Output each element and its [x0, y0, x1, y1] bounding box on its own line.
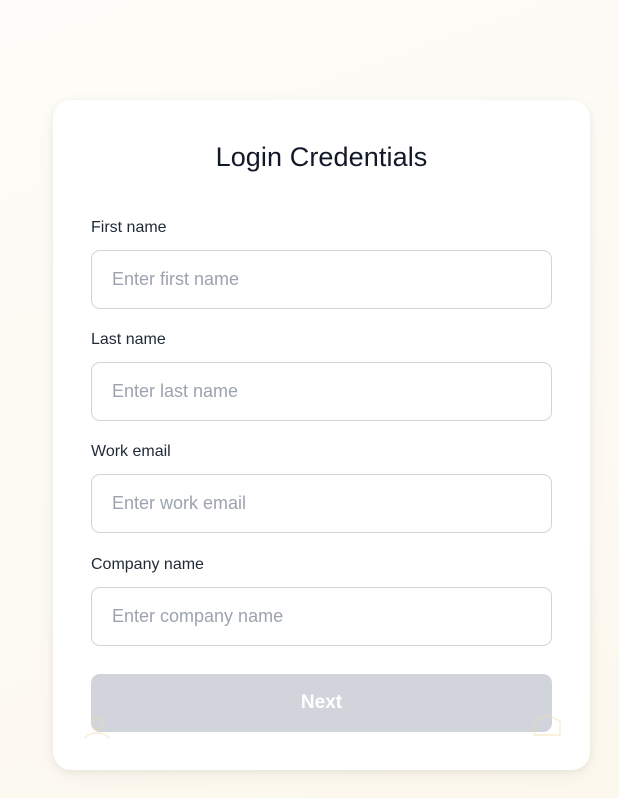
- building-icon: [532, 713, 562, 742]
- last-name-label: Last name: [91, 331, 166, 348]
- company-name-input[interactable]: [91, 587, 552, 646]
- next-button[interactable]: Next: [91, 674, 552, 732]
- form-title: Login Credentials: [215, 142, 428, 172]
- work-email-label: Work email: [91, 443, 171, 460]
- user-icon: [83, 716, 111, 745]
- login-credentials-card: Login Credentials First name Last name W…: [53, 100, 590, 770]
- first-name-input[interactable]: [91, 250, 552, 309]
- company-name-label: Company name: [91, 556, 204, 573]
- first-name-field-group: First name: [91, 218, 552, 309]
- last-name-field-group: Last name: [91, 330, 552, 421]
- company-name-field-group: Company name: [91, 555, 552, 646]
- work-email-field-group: Work email: [91, 442, 552, 533]
- first-name-label: First name: [91, 219, 167, 236]
- work-email-input[interactable]: [91, 474, 552, 533]
- last-name-input[interactable]: [91, 362, 552, 421]
